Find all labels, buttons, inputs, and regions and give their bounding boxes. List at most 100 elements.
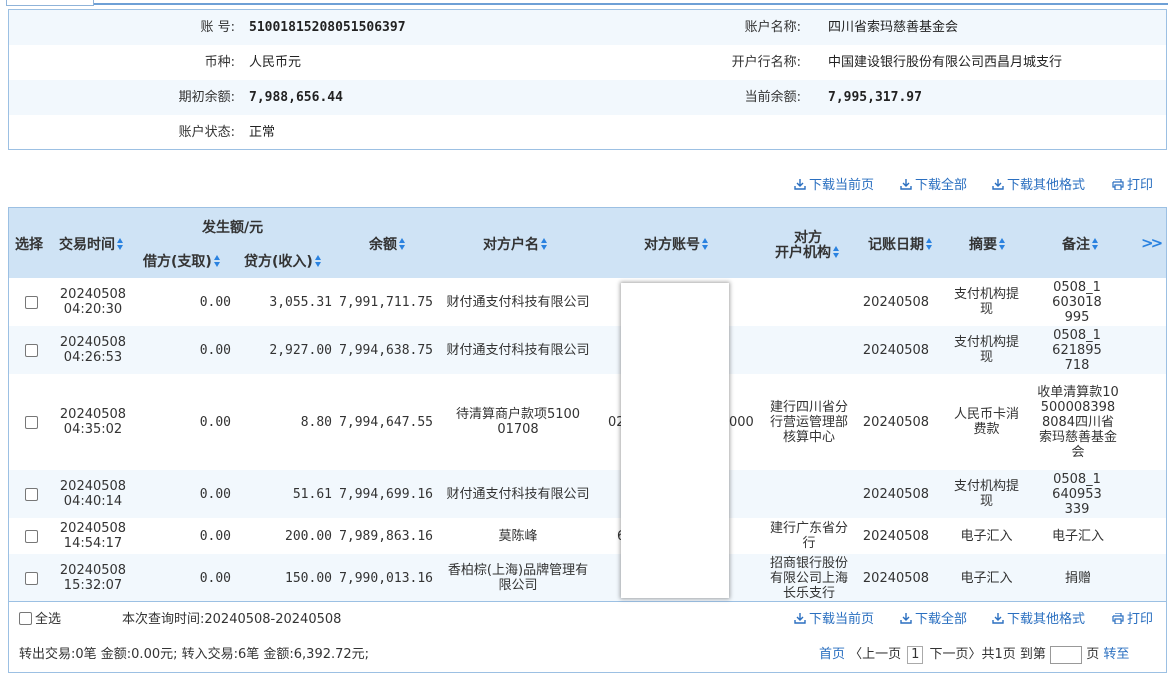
download-all-link[interactable]: 下载全部 xyxy=(900,610,967,630)
printer-icon xyxy=(1112,613,1124,624)
redaction-overlay xyxy=(621,283,729,598)
download-icon xyxy=(794,179,806,190)
status-label: 账户状态: xyxy=(178,125,235,140)
row-post-date: 20240508 xyxy=(862,294,930,310)
row-checkbox[interactable] xyxy=(24,415,38,429)
row-time: 20240508 04:26:53 xyxy=(59,335,127,365)
row-remark: 0508_1621895718 xyxy=(1052,327,1102,373)
row-summary: 人民币卡消费款 xyxy=(953,407,1019,437)
header-post-date[interactable]: 记账日期 xyxy=(868,234,933,254)
account-number: 51001815208051506397 xyxy=(249,20,406,35)
header-credit-label: 贷方(收入) xyxy=(244,254,313,270)
first-page-link[interactable]: 首页 xyxy=(819,647,845,662)
download-page-link[interactable]: 下载当前页 xyxy=(794,176,874,196)
row-balance: 7,994,638.75 xyxy=(339,342,433,358)
download-icon xyxy=(794,613,806,624)
row-checkbox[interactable] xyxy=(24,343,38,357)
header-debit[interactable]: 借方(支取) xyxy=(143,251,221,271)
row-post-date: 20240508 xyxy=(862,414,930,430)
row-balance: 7,994,647.55 xyxy=(339,414,433,430)
print-label: 打印 xyxy=(1127,178,1154,193)
currency: 人民币元 xyxy=(249,55,302,70)
row-summary: 支付机构提现 xyxy=(953,335,1019,365)
table-row: 20240508 04:35:02 0.00 8.80 7,994,647.55 … xyxy=(9,374,1166,470)
prev-page[interactable]: 〈上一页 xyxy=(849,647,901,662)
account-status: 正常 xyxy=(249,125,276,140)
current-page[interactable]: 1 xyxy=(907,646,924,664)
header-remark-label: 备注 xyxy=(1062,237,1090,253)
table-row: 20240508 04:26:53 0.00 2,927.00 7,994,638… xyxy=(9,326,1166,374)
row-balance: 7,990,013.16 xyxy=(339,570,433,586)
sort-icon xyxy=(314,255,322,267)
row-counterparty-bank: 招商银行股份有限公司上海长乐支行 xyxy=(769,555,848,601)
top-tab-bar xyxy=(0,0,1172,6)
row-checkbox[interactable] xyxy=(24,529,38,543)
row-post-date: 20240508 xyxy=(862,528,930,544)
row-summary: 电子汇入 xyxy=(960,528,1013,544)
table-row: 20240508 14:54:17 0.00 200.00 7,989,863.1… xyxy=(9,518,1166,554)
row-remark: 捐赠 xyxy=(1064,570,1091,586)
goto-label: 到第 xyxy=(1019,647,1046,662)
next-page[interactable]: 下一页〉 xyxy=(929,647,981,662)
download-other-link[interactable]: 下载其他格式 xyxy=(992,610,1085,630)
total-pages: 共1页 xyxy=(981,647,1016,662)
header-balance[interactable]: 余额 xyxy=(369,234,406,254)
row-time: 20240508 14:54:17 xyxy=(59,521,127,551)
row-counterparty-name: 财付通支付科技有限公司 xyxy=(446,486,590,502)
row-counterparty-name: 莫陈峰 xyxy=(498,528,538,544)
row-checkbox[interactable] xyxy=(24,487,38,501)
table-row: 20240508 04:20:30 0.00 3,055.31 7,991,711… xyxy=(9,278,1166,326)
row-checkbox[interactable] xyxy=(24,571,38,585)
row-remark: 0508_1640953339 xyxy=(1052,471,1102,517)
header-counterparty-bank[interactable]: 开户机构 xyxy=(775,242,840,262)
active-tab[interactable] xyxy=(6,0,94,6)
tab-underline xyxy=(94,3,1168,5)
row-credit: 200.00 xyxy=(285,528,332,544)
row-remark: 0508_1603018995 xyxy=(1052,279,1102,325)
row-time: 20240508 15:32:07 xyxy=(59,563,127,593)
download-all-label: 下载全部 xyxy=(915,612,968,627)
row-debit: 0.00 xyxy=(199,342,231,358)
current-balance: 7,995,317.97 xyxy=(828,90,922,105)
goto-page-input[interactable] xyxy=(1050,645,1083,664)
row-debit: 0.00 xyxy=(199,528,231,544)
row-post-date: 20240508 xyxy=(862,486,930,502)
header-time-label: 交易时间 xyxy=(59,237,115,253)
download-page-link[interactable]: 下载当前页 xyxy=(794,610,874,630)
row-checkbox[interactable] xyxy=(24,295,38,309)
current-balance-label: 当前余额: xyxy=(744,90,801,105)
row-time: 20240508 04:20:30 xyxy=(59,287,127,317)
row-balance: 7,994,699.16 xyxy=(339,486,433,502)
header-credit[interactable]: 贷方(收入) xyxy=(244,251,322,271)
header-summary[interactable]: 摘要 xyxy=(969,234,1006,254)
download-page-label: 下载当前页 xyxy=(809,178,875,193)
info-row-currency: 币种: 人民币元 开户行名称: 中国建设银行股份有限公司西昌月城支行 xyxy=(9,45,1166,80)
go-button[interactable]: 转至 xyxy=(1103,647,1129,662)
row-summary: 支付机构提现 xyxy=(953,479,1019,509)
print-link[interactable]: 打印 xyxy=(1112,610,1153,630)
row-credit: 3,055.31 xyxy=(269,294,332,310)
transaction-table: 选择 交易时间 发生额/元 借方(支取) 贷方(收入) 余额 对方户名 对方账号… xyxy=(8,207,1167,602)
double-chevron-right-icon[interactable]: >> xyxy=(1141,234,1163,252)
sort-icon xyxy=(399,238,406,250)
print-link[interactable]: 打印 xyxy=(1112,176,1153,196)
download-other-label: 下载其他格式 xyxy=(1007,612,1086,627)
download-all-link[interactable]: 下载全部 xyxy=(900,176,967,196)
header-counterparty-name[interactable]: 对方户名 xyxy=(483,234,548,254)
download-icon xyxy=(900,613,912,624)
header-post-date-label: 记账日期 xyxy=(868,237,924,253)
top-toolbar: 下载当前页 下载全部 下载其他格式 打印 xyxy=(0,176,1172,196)
sort-icon xyxy=(117,238,124,250)
header-remark[interactable]: 备注 xyxy=(1062,234,1099,254)
download-other-link[interactable]: 下载其他格式 xyxy=(992,176,1085,196)
header-time[interactable]: 交易时间 xyxy=(59,234,124,254)
header-debit-label: 借方(支取) xyxy=(143,254,212,270)
header-amount-group: 发生额/元 xyxy=(202,220,264,236)
row-credit: 8.80 xyxy=(300,414,332,430)
row-counterparty-name: 香柏棕(上海)品牌管理有限公司 xyxy=(447,563,589,593)
header-counterparty-account[interactable]: 对方账号 xyxy=(644,234,709,254)
row-credit: 2,927.00 xyxy=(269,342,332,358)
opening-balance: 7,988,656.44 xyxy=(249,90,343,105)
sort-icon xyxy=(926,238,933,250)
row-counterparty-bank: 建行四川省分行营运管理部核算中心 xyxy=(769,399,848,445)
